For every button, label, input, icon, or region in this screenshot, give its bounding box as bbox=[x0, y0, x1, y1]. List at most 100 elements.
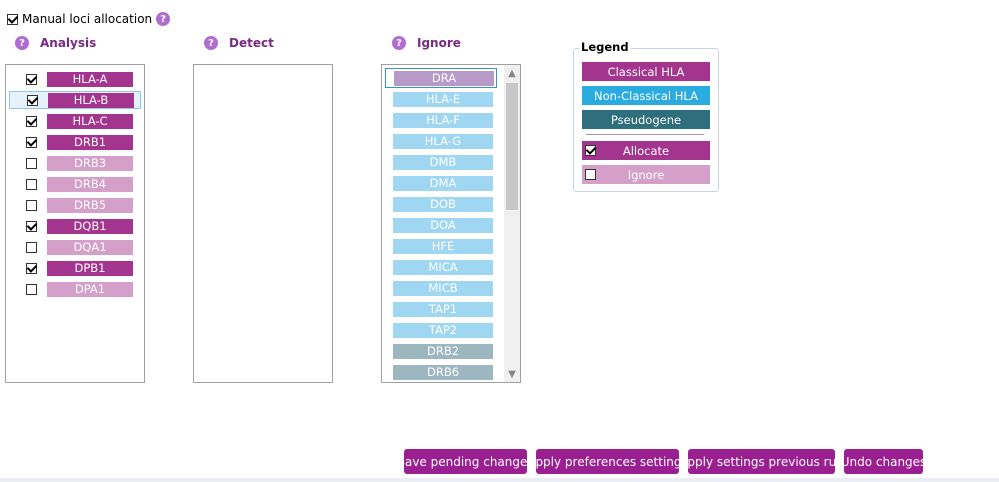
list-item[interactable]: DPA1 bbox=[9, 280, 141, 298]
ignore-locus-label: HLA-E bbox=[393, 91, 493, 107]
ignore-locus-label: DMA bbox=[393, 175, 493, 191]
list-item[interactable]: HLA-G bbox=[385, 131, 497, 151]
locus-checkbox[interactable] bbox=[26, 157, 37, 169]
bottom-bar bbox=[0, 478, 999, 482]
ignore-locus-label: MICA bbox=[393, 259, 493, 275]
apply-preferences-button[interactable]: Apply preferences settings bbox=[527, 449, 688, 474]
list-item[interactable]: DRB3 bbox=[9, 154, 141, 172]
legend-classical: Classical HLA bbox=[582, 62, 710, 81]
legend-allocate: Allocate bbox=[582, 141, 710, 160]
scroll-thumb[interactable] bbox=[506, 83, 518, 210]
locus-label: HLA-A bbox=[47, 71, 133, 87]
analysis-title: Analysis bbox=[40, 36, 97, 50]
list-item[interactable]: TAP1 bbox=[385, 299, 497, 319]
manual-loci-row[interactable]: Manual loci allocation ? bbox=[7, 12, 171, 26]
list-item[interactable]: DMB bbox=[385, 152, 497, 172]
legend-pseudogene: Pseudogene bbox=[582, 110, 710, 129]
analysis-list[interactable]: HLA-A HLA-B HLA-C DRB1 DRB3 DRB4 DRB5 DQB1 DQA1 D… bbox=[5, 64, 145, 383]
ignore-locus-label: HLA-F bbox=[393, 112, 493, 128]
ignore-locus-label: HFE bbox=[393, 238, 493, 254]
list-item[interactable]: HLA-C bbox=[9, 112, 141, 130]
ignore-locus-label: DRB6 bbox=[393, 364, 493, 380]
list-item[interactable]: TAP2 bbox=[385, 320, 497, 340]
list-item[interactable]: HLA-B bbox=[9, 91, 141, 109]
locus-label: DPA1 bbox=[47, 281, 133, 297]
ignore-locus-label: HLA-G bbox=[393, 133, 493, 149]
undo-changes-button[interactable]: Undo changes bbox=[841, 449, 926, 474]
ignore-header: ? Ignore bbox=[392, 36, 461, 50]
list-item[interactable]: DRA bbox=[385, 68, 497, 88]
locus-checkbox[interactable] bbox=[26, 178, 37, 190]
legend-ignore: Ignore bbox=[582, 165, 710, 184]
list-item[interactable]: DRB2 bbox=[385, 341, 497, 361]
locus-checkbox[interactable] bbox=[26, 262, 37, 274]
help-icon[interactable]: ? bbox=[15, 36, 29, 50]
detect-list[interactable] bbox=[193, 64, 333, 383]
list-item[interactable]: MICB bbox=[385, 278, 497, 298]
legend-allocate-row: Allocate bbox=[582, 141, 710, 160]
locus-label: DPB1 bbox=[47, 260, 133, 276]
manual-loci-checkbox[interactable] bbox=[7, 13, 18, 25]
legend-separator bbox=[586, 134, 704, 135]
locus-label: DQB1 bbox=[47, 218, 133, 234]
detect-title: Detect bbox=[229, 36, 274, 50]
locus-label: DRB5 bbox=[47, 197, 133, 213]
ignore-locus-label: DRA bbox=[394, 70, 494, 86]
list-item[interactable]: HFE bbox=[385, 236, 497, 256]
help-icon[interactable]: ? bbox=[392, 36, 406, 50]
ignore-title: Ignore bbox=[417, 36, 461, 50]
locus-checkbox[interactable] bbox=[26, 73, 37, 85]
locus-checkbox[interactable] bbox=[27, 94, 38, 106]
help-icon[interactable]: ? bbox=[204, 36, 218, 50]
manual-loci-label: Manual loci allocation bbox=[22, 12, 153, 26]
locus-label: DRB4 bbox=[47, 176, 133, 192]
locus-checkbox[interactable] bbox=[26, 283, 37, 295]
legend-ignore-row: Ignore bbox=[582, 165, 710, 184]
legend-title: Legend bbox=[579, 40, 631, 54]
locus-label: DRB3 bbox=[47, 155, 133, 171]
list-item[interactable]: DOA bbox=[385, 215, 497, 235]
locus-label: HLA-C bbox=[47, 113, 133, 129]
ignore-locus-label: DOB bbox=[393, 196, 493, 212]
ignore-locus-label: TAP2 bbox=[393, 322, 493, 338]
list-item[interactable]: DRB6 bbox=[385, 362, 497, 382]
list-item[interactable]: DPB1 bbox=[9, 259, 141, 277]
legend-nonclassical: Non-Classical HLA bbox=[582, 86, 710, 105]
list-item[interactable]: DRB5 bbox=[9, 196, 141, 214]
detect-header: ? Detect bbox=[204, 36, 274, 50]
list-item[interactable]: DOB bbox=[385, 194, 497, 214]
list-item[interactable]: DRB4 bbox=[9, 175, 141, 193]
ignore-locus-label: MICB bbox=[393, 280, 493, 296]
ignore-scrollbar[interactable]: ▲ ▼ bbox=[504, 65, 520, 382]
apply-previous-run-button[interactable]: Apply settings previous run bbox=[679, 449, 844, 474]
list-item[interactable]: HLA-E bbox=[385, 89, 497, 109]
list-item[interactable]: MICA bbox=[385, 257, 497, 277]
ignore-locus-label: DMB bbox=[393, 154, 493, 170]
help-icon[interactable]: ? bbox=[156, 12, 171, 26]
locus-checkbox[interactable] bbox=[26, 115, 37, 127]
legend-box: Legend Classical HLA Non-Classical HLA P… bbox=[573, 40, 719, 192]
list-item[interactable]: HLA-A bbox=[9, 70, 141, 88]
scroll-up-icon[interactable]: ▲ bbox=[504, 65, 520, 81]
list-item[interactable]: DQB1 bbox=[9, 217, 141, 235]
list-item[interactable]: DMA bbox=[385, 173, 497, 193]
legend-ignore-checkbox bbox=[585, 169, 596, 180]
ignore-locus-label: TAP1 bbox=[393, 301, 493, 317]
locus-checkbox[interactable] bbox=[26, 241, 37, 253]
ignore-locus-label: DRB2 bbox=[393, 343, 493, 359]
locus-label: HLA-B bbox=[48, 92, 134, 108]
locus-checkbox[interactable] bbox=[26, 199, 37, 211]
locus-label: DRB1 bbox=[47, 134, 133, 150]
list-item[interactable]: DQA1 bbox=[9, 238, 141, 256]
ignore-locus-label: DOA bbox=[393, 217, 493, 233]
loci-allocation-panel: Manual loci allocation ? ? Analysis ? De… bbox=[0, 0, 999, 482]
legend-allocate-checkbox bbox=[585, 145, 596, 156]
locus-label: DQA1 bbox=[47, 239, 133, 255]
scroll-down-icon[interactable]: ▼ bbox=[504, 366, 520, 382]
ignore-list[interactable]: ▲ ▼ DRA HLA-E HLA-F HLA-G DMB DMA DOB DOA HFE MIC… bbox=[381, 64, 521, 383]
list-item[interactable]: HLA-F bbox=[385, 110, 497, 130]
save-pending-button[interactable]: Save pending changes bbox=[397, 449, 534, 474]
locus-checkbox[interactable] bbox=[26, 136, 37, 148]
list-item[interactable]: DRB1 bbox=[9, 133, 141, 151]
locus-checkbox[interactable] bbox=[26, 220, 37, 232]
